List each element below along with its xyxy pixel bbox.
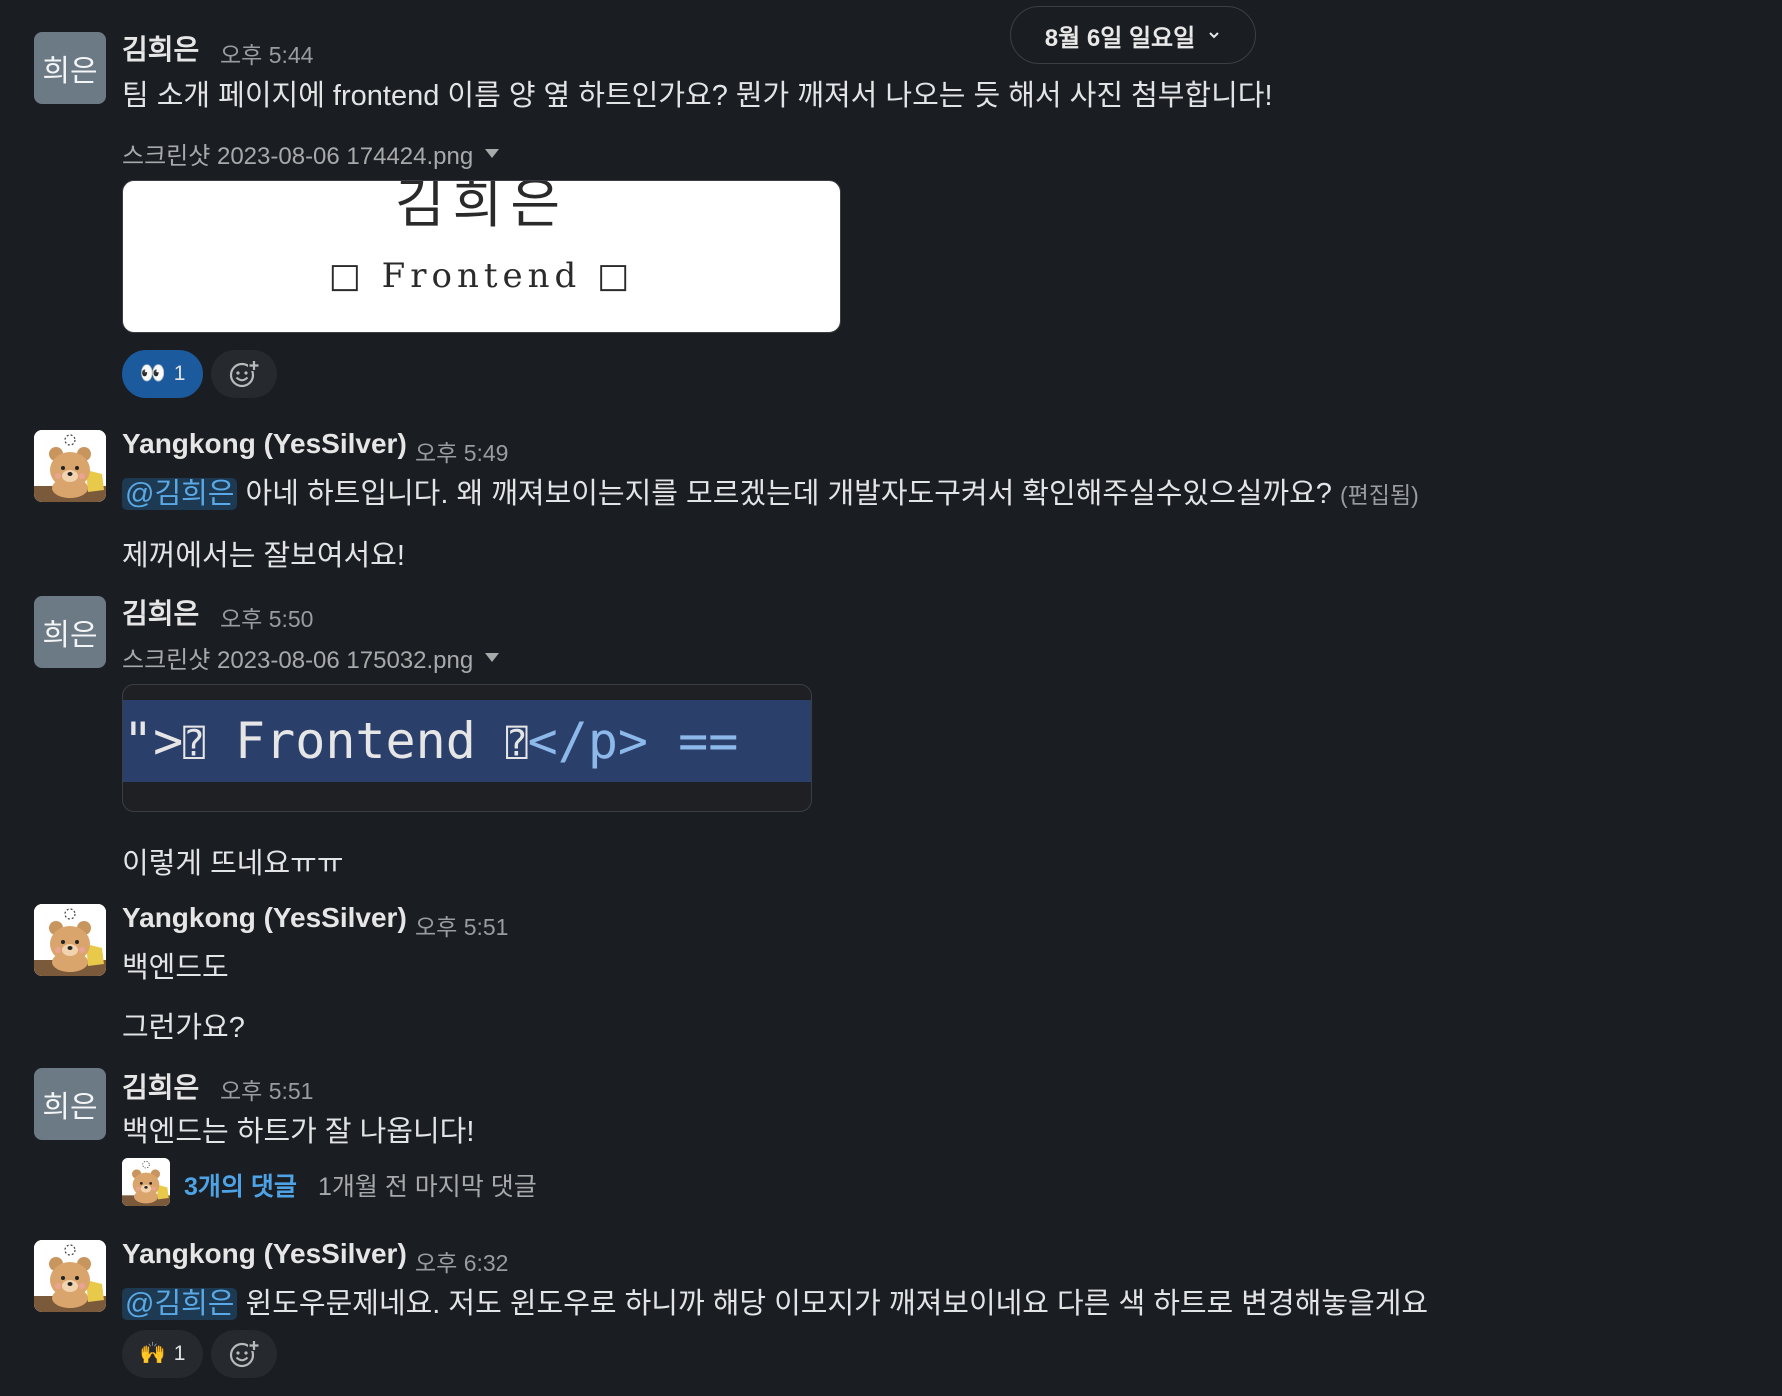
screenshot-image-2[interactable]: ">⍰ Frontend ⍰</p> == bbox=[122, 684, 812, 812]
author-name[interactable]: Yangkong (YesSilver) bbox=[122, 428, 407, 460]
avatar[interactable]: 희은 bbox=[34, 1068, 106, 1140]
reaction-eyes[interactable]: 👀 1 bbox=[122, 350, 203, 398]
user-mention[interactable]: @김희은 bbox=[122, 478, 238, 510]
bear-avatar-icon bbox=[122, 1158, 170, 1206]
avatar[interactable]: 희은 bbox=[34, 32, 106, 104]
avatar[interactable] bbox=[34, 1240, 106, 1312]
message-body: 윈도우문제네요. 저도 윈도우로 하니까 해당 이모지가 깨져보이네요 다른 색… bbox=[237, 1288, 1429, 1320]
broken-glyph-icon: ⍰ bbox=[505, 723, 528, 765]
broken-glyph-icon: ⍰ bbox=[183, 723, 205, 765]
edited-label: (편집됨) bbox=[1339, 482, 1419, 508]
caret-down-icon[interactable] bbox=[485, 149, 500, 158]
date-divider-button[interactable]: 8월 6일 일요일 bbox=[1010, 6, 1256, 64]
eyes-emoji-icon: 👀 bbox=[139, 362, 166, 385]
caret-down-icon[interactable] bbox=[485, 653, 500, 662]
bear-avatar-icon bbox=[34, 430, 106, 502]
avatar-initials: 희은 bbox=[42, 55, 98, 88]
timestamp[interactable]: 오후 5:51 bbox=[415, 908, 508, 942]
message-text: 제꺼에서는 잘보여서요! bbox=[122, 540, 405, 572]
file-name-label: 스크린샷 2023-08-06 175032.png bbox=[122, 647, 474, 674]
reaction-count: 1 bbox=[173, 1342, 186, 1365]
timestamp[interactable]: 오후 5:44 bbox=[220, 36, 313, 70]
avatar[interactable] bbox=[34, 904, 106, 976]
reaction-raised-hands[interactable]: 🙌 1 bbox=[122, 1330, 203, 1378]
file-attachment-name[interactable]: 스크린샷 2023-08-06 175032.png bbox=[122, 640, 500, 675]
code-prefix: "> bbox=[123, 712, 184, 770]
image-text-role: □ Frontend □ bbox=[328, 256, 635, 296]
author-name[interactable]: 김희은 bbox=[122, 592, 199, 632]
file-name-label: 스크린샷 2023-08-06 174424.png bbox=[122, 143, 474, 170]
thread-replies-link[interactable]: 3개의 댓글 bbox=[184, 1167, 297, 1203]
bear-avatar-icon bbox=[34, 1240, 106, 1312]
date-label: 8월 6일 일요일 bbox=[1044, 24, 1196, 52]
message-text: 백엔드는 하트가 잘 나옵니다! bbox=[122, 1116, 475, 1148]
raised-hands-emoji-icon: 🙌 bbox=[139, 1342, 166, 1365]
code-text: Frontend bbox=[204, 712, 506, 770]
code-suffix: </p> == bbox=[527, 712, 739, 770]
avatar-initials: 희은 bbox=[42, 619, 98, 652]
file-attachment-name[interactable]: 스크린샷 2023-08-06 174424.png bbox=[122, 136, 500, 171]
add-emoji-icon bbox=[229, 360, 260, 388]
chevron-down-icon bbox=[1209, 32, 1219, 39]
timestamp[interactable]: 오후 5:51 bbox=[220, 1072, 313, 1106]
message-text: 그런가요? bbox=[122, 1012, 245, 1044]
message-text: 백엔드도 bbox=[122, 952, 229, 984]
timestamp[interactable]: 오후 5:50 bbox=[220, 600, 313, 634]
author-name[interactable]: Yangkong (YesSilver) bbox=[122, 902, 407, 934]
timestamp[interactable]: 오후 5:49 bbox=[415, 434, 508, 468]
screenshot-image-1[interactable]: 김희은 □ Frontend □ bbox=[122, 180, 841, 333]
message-body: 아네 하트입니다. 왜 깨져보이는지를 모르겠는데 개발자도구켜서 확인해주실수… bbox=[237, 478, 1332, 510]
add-reaction-button[interactable] bbox=[211, 1330, 277, 1378]
user-mention[interactable]: @김희은 bbox=[122, 1288, 238, 1320]
add-emoji-icon bbox=[229, 1340, 260, 1368]
code-line: ">⍰ Frontend ⍰</p> == bbox=[123, 700, 811, 782]
author-name[interactable]: Yangkong (YesSilver) bbox=[122, 1238, 407, 1270]
image-text-name: 김희은 bbox=[394, 180, 569, 235]
bear-avatar-icon bbox=[34, 904, 106, 976]
avatar[interactable]: 희은 bbox=[34, 596, 106, 668]
thread-participant-avatar[interactable] bbox=[122, 1158, 170, 1206]
avatar-initials: 희은 bbox=[42, 1091, 98, 1124]
reaction-count: 1 bbox=[173, 362, 186, 385]
author-name[interactable]: 김희은 bbox=[122, 1066, 199, 1106]
add-reaction-button[interactable] bbox=[211, 350, 277, 398]
timestamp[interactable]: 오후 6:32 bbox=[415, 1244, 508, 1278]
author-name[interactable]: 김희은 bbox=[122, 28, 199, 68]
avatar[interactable] bbox=[34, 430, 106, 502]
message-text: @김희은 윈도우문제네요. 저도 윈도우로 하니까 해당 이모지가 깨져보이네요… bbox=[122, 1280, 1428, 1322]
message-text: 팀 소개 페이지에 frontend 이름 양 옆 하트인가요? 뭔가 깨져서 … bbox=[122, 80, 1273, 112]
message-text: 이렇게 뜨네요ㅠㅠ bbox=[122, 848, 344, 880]
message-text: @김희은 아네 하트입니다. 왜 깨져보이는지를 모르겠는데 개발자도구켜서 확… bbox=[122, 470, 1419, 512]
thread-last-reply: 1개월 전 마지막 댓글 bbox=[318, 1173, 537, 1201]
